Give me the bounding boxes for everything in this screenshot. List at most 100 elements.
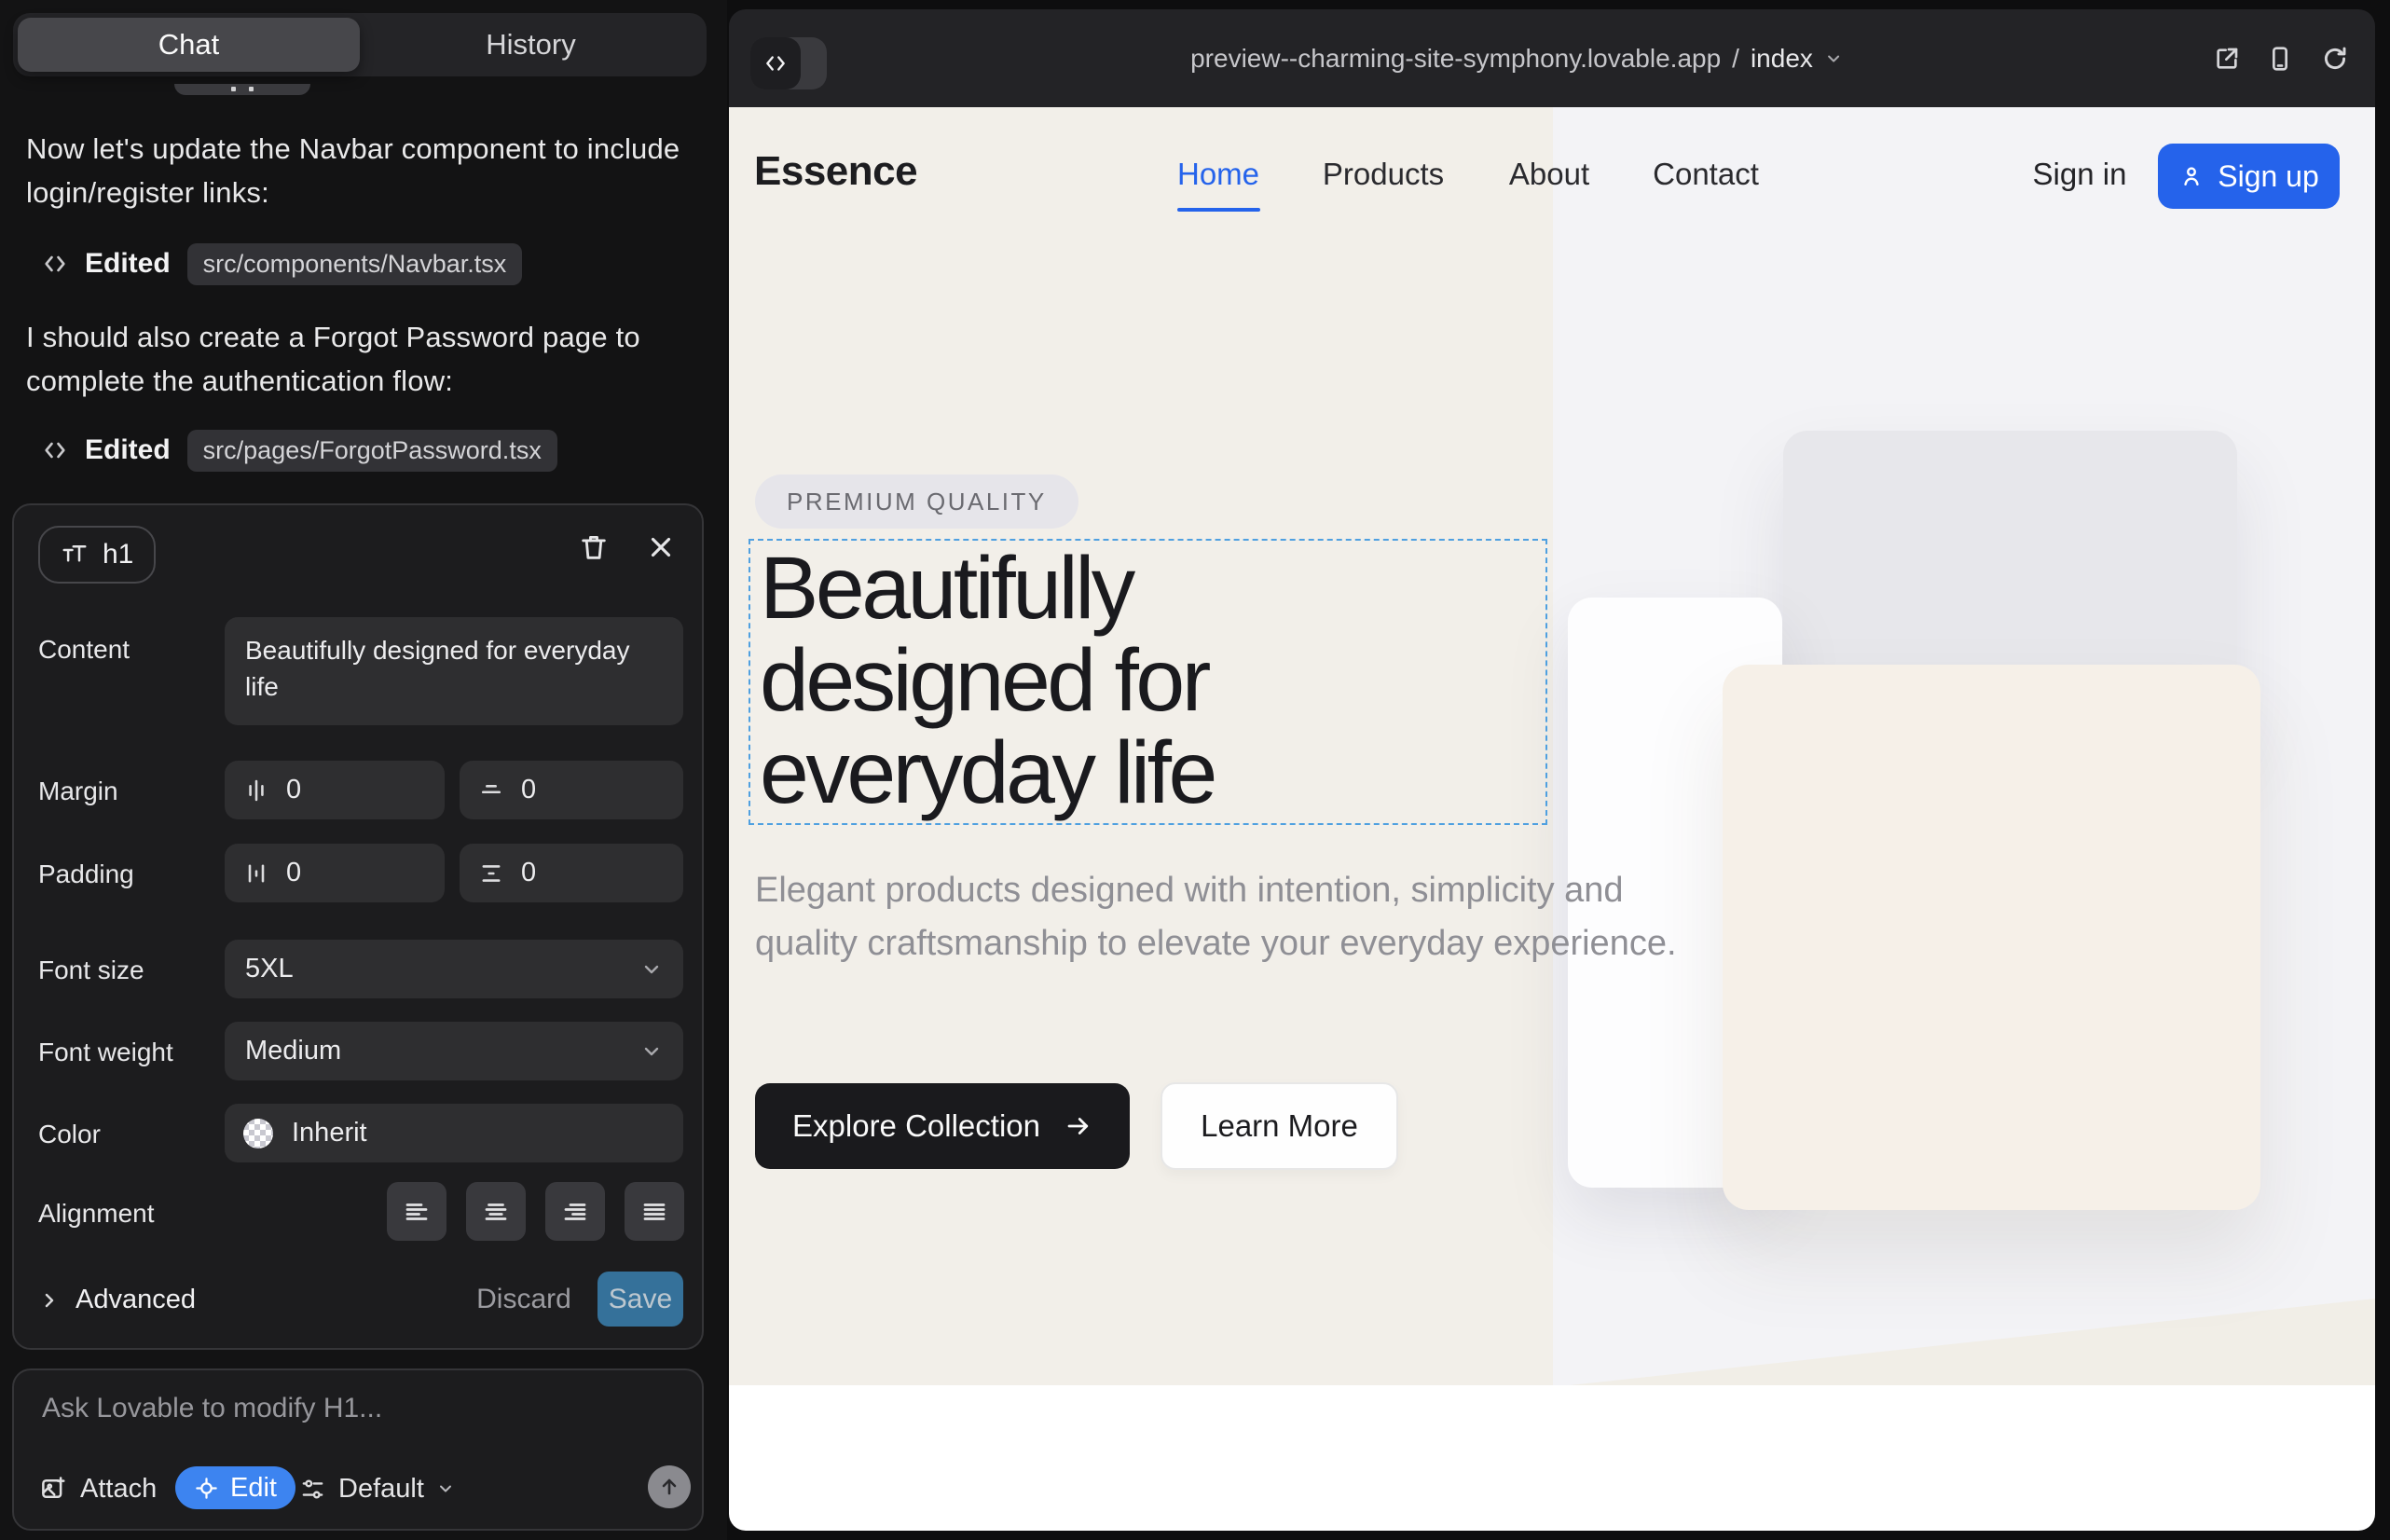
arrow-right-icon <box>1065 1112 1092 1140</box>
chevron-down-icon <box>436 1479 455 1498</box>
margin-x-input[interactable]: 0 <box>225 761 445 819</box>
close-icon[interactable] <box>645 531 677 563</box>
code-icon <box>42 437 68 463</box>
tab-chat[interactable]: Chat <box>18 18 360 72</box>
url-host: preview--charming-site-symphony.lovable.… <box>1190 44 1721 74</box>
font-size-select[interactable]: 5XL <box>225 940 683 998</box>
margin-label: Margin <box>38 777 118 806</box>
content-label: Content <box>38 635 130 665</box>
model-selector[interactable]: Default <box>299 1467 455 1510</box>
site-logo[interactable]: Essence <box>754 148 917 195</box>
send-button[interactable] <box>648 1465 691 1508</box>
edit-label: Edit <box>230 1473 277 1504</box>
code-toggle-segment[interactable] <box>750 37 801 89</box>
clipped-chip <box>174 84 310 95</box>
sign-in-link[interactable]: Sign in <box>2033 157 2127 192</box>
align-justify-button[interactable] <box>625 1182 684 1241</box>
chat-composer: Attach Edit Default <box>12 1368 704 1531</box>
tab-history[interactable]: History <box>360 18 702 72</box>
margin-vertical-icon <box>478 777 504 804</box>
padding-horizontal-icon <box>243 860 269 887</box>
transparent-swatch-icon <box>243 1119 273 1148</box>
discard-button[interactable]: Discard <box>473 1272 575 1327</box>
chevron-right-icon <box>38 1289 61 1312</box>
explore-collection-button[interactable]: Explore Collection <box>755 1083 1130 1169</box>
code-icon <box>42 251 68 277</box>
premium-quality-badge: PREMIUM QUALITY <box>755 474 1078 529</box>
explore-label: Explore Collection <box>792 1108 1040 1144</box>
refresh-button[interactable] <box>2320 44 2350 74</box>
sign-up-label: Sign up <box>2218 159 2319 194</box>
font-weight-label: Font weight <box>38 1038 173 1067</box>
edit-mode-button[interactable]: Edit <box>175 1466 295 1509</box>
padding-label: Padding <box>38 859 134 889</box>
chat-history-tabs: Chat History <box>13 13 707 76</box>
nav-link-contact[interactable]: Contact <box>1653 157 1759 192</box>
image-plus-icon <box>39 1475 67 1503</box>
attach-button[interactable]: Attach <box>39 1467 157 1510</box>
lovable-sidebar: Chat History Now let's update the Navbar… <box>0 0 727 1540</box>
chat-message: I should also create a Forgot Password p… <box>26 315 688 403</box>
padding-y-value: 0 <box>521 858 536 888</box>
element-editor-panel: h1 Content Beautifully designed for ever… <box>12 503 704 1350</box>
color-value: Inherit <box>292 1118 367 1148</box>
advanced-label: Advanced <box>76 1285 196 1315</box>
selected-h1-outline[interactable]: Beautifully designed for everyday life <box>749 539 1547 825</box>
code-preview-toggle[interactable] <box>750 37 827 89</box>
active-nav-underline <box>1177 208 1260 212</box>
learn-more-button[interactable]: Learn More <box>1161 1082 1398 1170</box>
edited-file-row: Edited src/pages/ForgotPassword.tsx <box>42 429 557 472</box>
code-icon <box>763 51 788 76</box>
chevron-down-icon <box>640 958 663 981</box>
color-picker-field[interactable]: Inherit <box>225 1104 683 1162</box>
advanced-toggle[interactable]: Advanced <box>38 1285 196 1315</box>
model-label: Default <box>338 1474 424 1505</box>
margin-y-value: 0 <box>521 775 536 805</box>
target-icon <box>194 1476 219 1501</box>
align-justify-icon <box>640 1198 668 1226</box>
nav-link-home[interactable]: Home <box>1177 157 1259 192</box>
site-canvas: Essence Home Products About Contact Sign… <box>729 107 2375 1531</box>
align-right-icon <box>561 1198 589 1226</box>
mobile-view-button[interactable] <box>2265 44 2295 74</box>
align-center-icon <box>482 1198 510 1226</box>
padding-x-input[interactable]: 0 <box>225 844 445 902</box>
padding-y-input[interactable]: 0 <box>460 844 683 902</box>
url-breadcrumb[interactable]: preview--charming-site-symphony.lovable.… <box>1190 9 1843 107</box>
composer-input[interactable] <box>42 1393 657 1445</box>
hero-shape-cream <box>1723 665 2260 1210</box>
sliders-icon <box>299 1476 326 1503</box>
padding-x-value: 0 <box>286 858 301 888</box>
attach-label: Attach <box>80 1474 157 1505</box>
hero-paragraph: Elegant products designed with intention… <box>755 864 1696 970</box>
color-label: Color <box>38 1120 101 1149</box>
font-size-value: 5XL <box>245 954 294 984</box>
margin-y-input[interactable]: 0 <box>460 761 683 819</box>
edited-label: Edited <box>85 434 171 466</box>
edited-file-row: Edited src/components/Navbar.tsx <box>42 242 522 285</box>
font-size-label: Font size <box>38 956 144 985</box>
align-left-icon <box>403 1198 431 1226</box>
element-tag: h1 <box>103 539 133 571</box>
font-weight-select[interactable]: Medium <box>225 1022 683 1080</box>
nav-link-products[interactable]: Products <box>1323 157 1444 192</box>
file-chip[interactable]: src/components/Navbar.tsx <box>187 243 523 285</box>
person-icon <box>2178 163 2205 189</box>
open-in-new-tab-button[interactable] <box>2212 44 2242 74</box>
content-input[interactable]: Beautifully designed for everyday life <box>225 617 683 725</box>
align-left-button[interactable] <box>387 1182 446 1241</box>
arrow-up-icon <box>658 1476 680 1498</box>
type-icon <box>61 541 89 569</box>
save-button[interactable]: Save <box>598 1272 683 1327</box>
delete-element-button[interactable] <box>578 531 610 563</box>
chevron-down-icon <box>1824 49 1843 68</box>
align-right-button[interactable] <box>545 1182 605 1241</box>
selected-element-pill[interactable]: h1 <box>38 526 156 584</box>
file-chip[interactable]: src/pages/ForgotPassword.tsx <box>187 430 557 472</box>
chevron-down-icon <box>640 1040 663 1063</box>
url-page: index <box>1751 44 1813 74</box>
align-center-button[interactable] <box>466 1182 526 1241</box>
nav-link-about[interactable]: About <box>1509 157 1589 192</box>
sign-up-button[interactable]: Sign up <box>2158 144 2340 209</box>
url-separator: / <box>1732 44 1739 74</box>
